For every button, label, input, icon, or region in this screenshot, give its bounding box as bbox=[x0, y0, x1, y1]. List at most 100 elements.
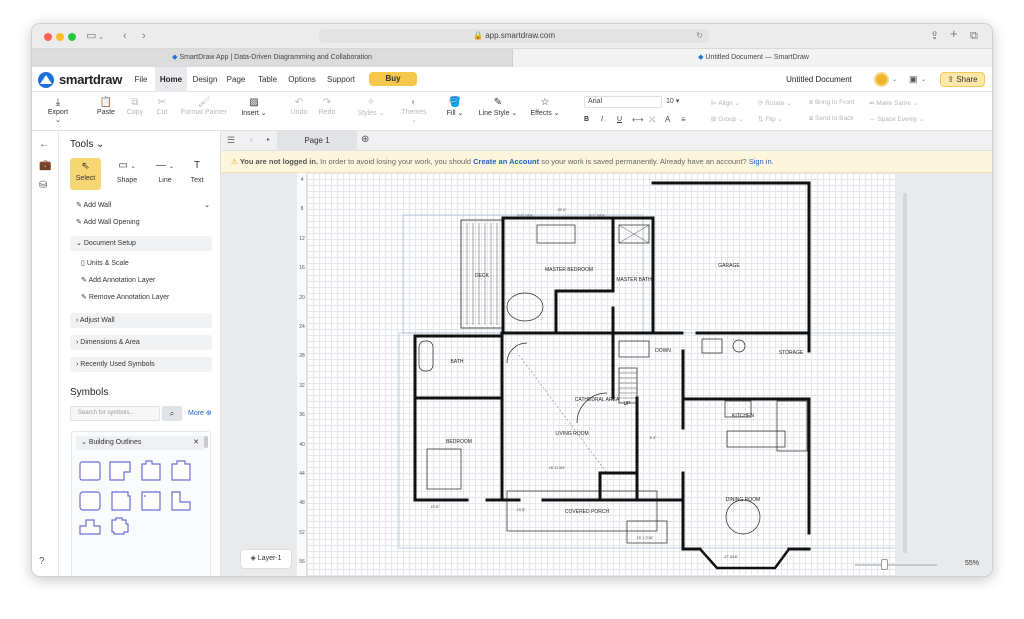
text-direction-icon[interactable]: ⟷ bbox=[632, 115, 643, 124]
send-to-back-button[interactable]: ⧇ Send to Back bbox=[809, 115, 854, 123]
close-icon[interactable]: ✕ bbox=[193, 436, 199, 450]
section-document-setup[interactable]: ⌄ Document Setup bbox=[70, 236, 212, 251]
outline-symbol-2[interactable] bbox=[109, 461, 131, 481]
align-button[interactable]: ⊫ Align ⌄ bbox=[711, 99, 740, 107]
bold-button[interactable]: B bbox=[584, 116, 589, 123]
redo-button[interactable]: ↷ Redo bbox=[316, 96, 338, 116]
tool-shape[interactable]: ▭ ⌄ Shape bbox=[110, 160, 144, 184]
close-window-button[interactable] bbox=[44, 33, 52, 41]
tab-overview-icon[interactable]: ⧉ bbox=[970, 30, 978, 42]
avatar[interactable] bbox=[874, 72, 889, 87]
vertical-scrollbar[interactable] bbox=[903, 193, 907, 553]
menu-table[interactable]: Table bbox=[254, 67, 281, 92]
database-icon[interactable]: ⛁ bbox=[39, 180, 47, 191]
tool-select[interactable]: ⇖ Select bbox=[70, 158, 101, 190]
menu-page[interactable]: Page bbox=[224, 67, 248, 92]
scrollbar[interactable] bbox=[204, 436, 208, 448]
tab-page-1[interactable]: Page 1 bbox=[277, 131, 357, 151]
menu-file[interactable]: File bbox=[130, 67, 152, 92]
help-icon[interactable]: ? bbox=[39, 556, 45, 567]
buy-button[interactable]: Buy bbox=[369, 72, 417, 86]
outline-symbol-4[interactable] bbox=[171, 460, 191, 481]
presentation-icon[interactable]: ▣ bbox=[909, 74, 918, 85]
add-page-icon[interactable]: ⊕ bbox=[361, 134, 369, 145]
copy-button[interactable]: ⧉ Copy bbox=[123, 96, 147, 116]
clear-format-icon[interactable]: ⤫ bbox=[649, 115, 655, 125]
chevron-down-icon[interactable]: ⌄ bbox=[921, 76, 926, 83]
drawing-page[interactable]: MASTER BEDROOM MASTER BATH GARAGE DECK B… bbox=[307, 173, 900, 577]
font-size-select[interactable]: 10 ▾ bbox=[666, 96, 692, 108]
make-same-button[interactable]: ⇹ Make Same ⌄ bbox=[869, 99, 918, 107]
menu-options[interactable]: Options bbox=[285, 67, 319, 92]
create-account-link[interactable]: Create an Account bbox=[473, 157, 539, 166]
zoom-window-button[interactable] bbox=[68, 33, 76, 41]
menu-home[interactable]: Home bbox=[155, 67, 187, 92]
themes-button[interactable]: ◐ Themes ⌄ bbox=[398, 96, 430, 124]
flip-button[interactable]: ⇅ Flip ⌄ bbox=[758, 115, 783, 123]
styles-button[interactable]: ✧ Styles ⌄ bbox=[356, 96, 386, 117]
prev-page-icon[interactable]: ‹ bbox=[250, 135, 253, 144]
tools-title[interactable]: Tools ⌄ bbox=[70, 139, 105, 150]
section-dimensions-area[interactable]: › Dimensions & Area bbox=[70, 335, 212, 350]
fill-button[interactable]: 🪣 Fill ⌄ bbox=[443, 96, 467, 117]
add-wall-opening-item[interactable]: ✎ Add Wall Opening bbox=[76, 218, 140, 226]
bring-to-front-button[interactable]: ⧈ Bring to Front bbox=[809, 99, 854, 107]
back-icon[interactable]: ‹ bbox=[123, 30, 127, 42]
layer-button[interactable]: ◈ Layer-1 bbox=[240, 549, 292, 569]
text-color-icon[interactable]: A bbox=[665, 115, 670, 124]
group-button[interactable]: ⊞ Group ⌄ bbox=[711, 115, 744, 123]
units-scale-item[interactable]: ▯ Units & Scale bbox=[81, 259, 129, 267]
search-button[interactable]: ⌕ bbox=[162, 406, 182, 421]
tool-line[interactable]: — ⌄ Line bbox=[148, 160, 182, 184]
url-bar[interactable]: 🔒 app.smartdraw.com ↻ bbox=[319, 29, 709, 43]
outline-symbol-5[interactable] bbox=[79, 491, 101, 511]
share-button[interactable]: ⇪ Share bbox=[940, 72, 985, 87]
add-wall-item[interactable]: ✎ Add Wall ⌄ bbox=[76, 201, 216, 209]
library-header[interactable]: ⌄ Building Outlines ✕ bbox=[76, 436, 205, 450]
rotate-button[interactable]: ⟳ Rotate ⌄ bbox=[758, 99, 792, 107]
tool-text[interactable]: T Text bbox=[184, 160, 210, 184]
outline-symbol-1[interactable] bbox=[79, 461, 101, 481]
outline-symbol-6[interactable] bbox=[111, 491, 131, 511]
collapse-arrow-icon[interactable]: ← bbox=[39, 139, 49, 150]
chevron-down-icon[interactable]: ⌄ bbox=[98, 32, 104, 44]
minimize-window-button[interactable] bbox=[56, 33, 64, 41]
sidebar-icon[interactable]: ▭ bbox=[86, 30, 96, 42]
text-align-icon[interactable]: ≡ bbox=[681, 115, 686, 124]
underline-button[interactable]: U bbox=[617, 116, 622, 123]
briefcase-icon[interactable]: 💼 bbox=[39, 160, 51, 171]
more-link[interactable]: More ⊕ bbox=[188, 409, 212, 417]
cut-button[interactable]: ✂ Cut bbox=[150, 96, 174, 116]
zoom-slider-handle[interactable] bbox=[881, 559, 888, 570]
zoom-slider-track[interactable] bbox=[855, 564, 937, 566]
forward-icon[interactable]: › bbox=[142, 30, 146, 42]
document-title[interactable]: Untitled Document bbox=[780, 67, 858, 92]
drawing-canvas[interactable]: 48121620242832364044485256 bbox=[221, 173, 992, 577]
next-page-icon[interactable]: ▸ bbox=[267, 136, 270, 143]
outline-symbol-9[interactable] bbox=[79, 519, 101, 535]
sign-in-link[interactable]: Sign in. bbox=[749, 157, 774, 166]
font-name-select[interactable]: Arial bbox=[584, 96, 662, 108]
menu-support[interactable]: Support bbox=[323, 67, 359, 92]
undo-button[interactable]: ↶ Undo bbox=[288, 96, 310, 116]
browser-tab-1[interactable]: ◆ SmartDraw App | Data-Driven Diagrammin… bbox=[32, 49, 513, 67]
line-style-button[interactable]: ✎ Line Style ⌄ bbox=[476, 96, 520, 117]
outline-symbol-7[interactable] bbox=[141, 491, 161, 511]
section-adjust-wall[interactable]: › Adjust Wall bbox=[70, 313, 212, 328]
symbol-search-input[interactable]: Search for symbols... bbox=[70, 406, 160, 421]
space-evenly-button[interactable]: ⇔ Space Evenly ⌄ bbox=[869, 115, 924, 123]
paste-button[interactable]: 📋 Paste bbox=[92, 96, 120, 116]
format-painter-button[interactable]: 🖌 Format Painter bbox=[180, 96, 228, 116]
export-button[interactable]: ⤓ Export ⌄ bbox=[44, 96, 72, 124]
italic-button[interactable]: I bbox=[601, 116, 603, 123]
outline-symbol-10[interactable] bbox=[111, 517, 129, 535]
new-tab-icon[interactable]: + bbox=[950, 27, 958, 40]
menu-design[interactable]: Design bbox=[190, 67, 220, 92]
floor-plan[interactable]: MASTER BEDROOM MASTER BATH GARAGE DECK B… bbox=[307, 173, 900, 577]
reload-icon[interactable]: ↻ bbox=[696, 29, 703, 43]
chevron-down-icon[interactable]: ⌄ bbox=[892, 76, 897, 83]
effects-button[interactable]: ☆ Effects ⌄ bbox=[527, 96, 563, 117]
outline-symbol-3[interactable] bbox=[141, 460, 161, 481]
add-annotation-layer-item[interactable]: ✎ Add Annotation Layer bbox=[81, 276, 155, 284]
remove-annotation-layer-item[interactable]: ✎ Remove Annotation Layer bbox=[81, 293, 169, 301]
